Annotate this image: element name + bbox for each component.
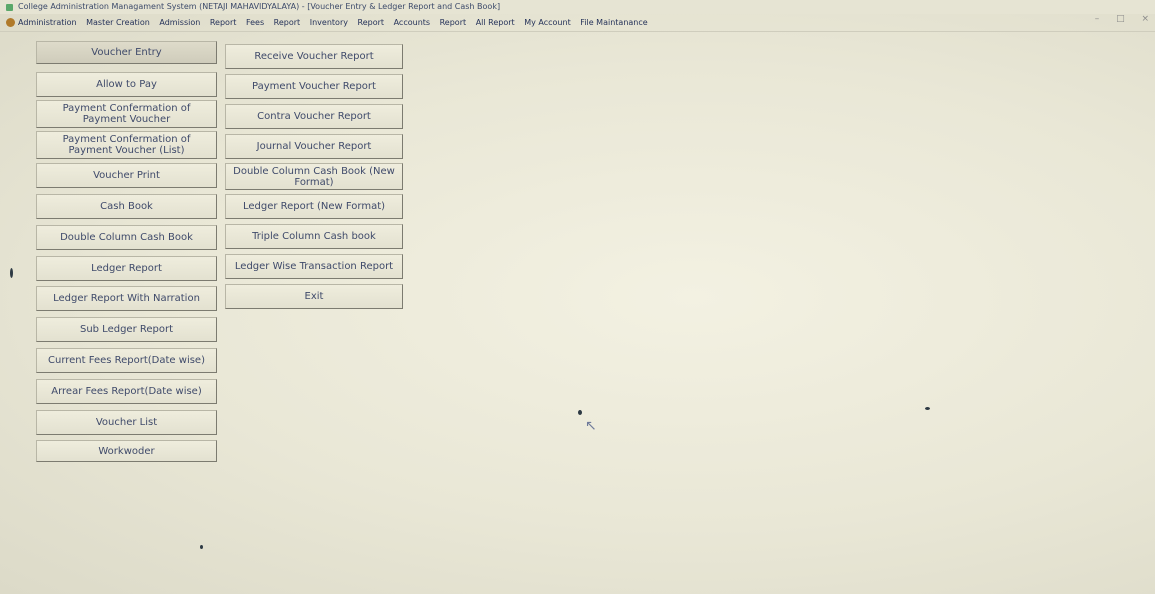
cash-book-button[interactable]: Cash Book [36,194,217,219]
ledger-report-with-narration-button[interactable]: Ledger Report With Narration [36,286,217,311]
workwoder-button[interactable]: Workwoder [36,440,217,462]
arrear-fees-report-button[interactable]: Arrear Fees Report(Date wise) [36,379,217,404]
payment-confermation-list-button[interactable]: Payment Confermation of Payment Voucher … [36,131,217,159]
voucher-list-button[interactable]: Voucher List [36,410,217,435]
exit-button[interactable]: Exit [225,284,403,309]
menu-fees-report[interactable]: Report [274,18,301,27]
receive-voucher-report-button[interactable]: Receive Voucher Report [225,44,403,69]
menu-administration[interactable]: Administration [18,18,77,27]
menu-inventory[interactable]: Inventory [310,18,348,27]
payment-voucher-report-button[interactable]: Payment Voucher Report [225,74,403,99]
window-titlebar: College Administration Managament System… [0,0,1155,14]
double-column-cash-book-new-format-button[interactable]: Double Column Cash Book (New Format) [225,163,403,190]
desktop-screen: College Administration Managament System… [0,0,1155,594]
ledger-wise-transaction-report-button[interactable]: Ledger Wise Transaction Report [225,254,403,279]
menu-fees[interactable]: Fees [246,18,264,27]
screen-speck [10,268,13,278]
menubar: Administration Master Creation Admission… [0,16,1140,30]
app-icon [6,4,13,11]
user-icon [6,18,15,27]
menu-all-report[interactable]: All Report [476,18,515,27]
contra-voucher-report-button[interactable]: Contra Voucher Report [225,104,403,129]
mouse-pointer-icon: ↖ [585,418,597,434]
current-fees-report-button[interactable]: Current Fees Report(Date wise) [36,348,217,373]
journal-voucher-report-button[interactable]: Journal Voucher Report [225,134,403,159]
window-title: College Administration Managament System… [18,2,501,11]
voucher-print-button[interactable]: Voucher Print [36,163,217,188]
screen-speck [200,545,203,549]
triple-column-cash-book-button[interactable]: Triple Column Cash book [225,224,403,249]
menu-admission-report[interactable]: Report [210,18,237,27]
double-column-cash-book-button[interactable]: Double Column Cash Book [36,225,217,250]
ledger-report-button[interactable]: Ledger Report [36,256,217,281]
menu-master-creation[interactable]: Master Creation [86,18,150,27]
menu-admission[interactable]: Admission [159,18,200,27]
allow-to-pay-button[interactable]: Allow to Pay [36,72,217,97]
ledger-report-new-format-button[interactable]: Ledger Report (New Format) [225,194,403,219]
voucher-entry-button[interactable]: Voucher Entry [36,41,217,64]
screen-speck [578,410,582,415]
close-icon[interactable]: × [1141,14,1149,24]
menu-file-maintanance[interactable]: File Maintanance [580,18,647,27]
menu-accounts[interactable]: Accounts [394,18,430,27]
payment-confermation-button[interactable]: Payment Confermation of Payment Voucher [36,100,217,128]
menubar-divider [0,31,1155,32]
screen-speck [925,407,930,410]
menu-my-account[interactable]: My Account [524,18,570,27]
menu-inventory-report[interactable]: Report [358,18,385,27]
sub-ledger-report-button[interactable]: Sub Ledger Report [36,317,217,342]
menu-accounts-report[interactable]: Report [440,18,467,27]
